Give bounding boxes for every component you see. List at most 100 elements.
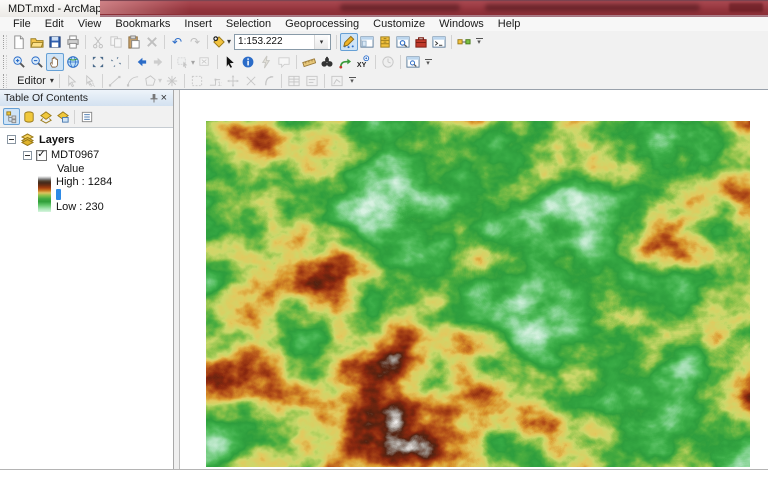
table-of-contents-window-button[interactable] — [358, 33, 376, 51]
elevation-color-ramp[interactable] — [38, 176, 51, 212]
editor-menu-button[interactable]: Editor▾ — [10, 72, 56, 90]
menu-windows[interactable]: Windows — [432, 17, 491, 31]
separator — [184, 74, 185, 88]
separator — [400, 55, 401, 69]
list-by-selection-button[interactable] — [54, 108, 71, 125]
editor-menu-label: Editor — [12, 75, 49, 87]
menu-customize[interactable]: Customize — [366, 17, 432, 31]
print-button[interactable] — [64, 33, 82, 51]
annotation-tool: A — [81, 72, 99, 90]
save-button[interactable] — [46, 33, 64, 51]
toc-toolbar — [0, 106, 173, 127]
separator — [85, 55, 86, 69]
blurred-window-buttons — [729, 3, 763, 12]
map-scale-input[interactable] — [235, 35, 314, 48]
blurred-title-text — [485, 4, 700, 11]
go-to-xy-tool[interactable]: XY — [354, 53, 372, 71]
html-popup-tool — [275, 53, 293, 71]
separator — [74, 110, 75, 124]
fixed-zoom-in-button[interactable] — [89, 53, 107, 71]
layers-group-label[interactable]: Layers — [39, 134, 74, 146]
menu-bookmarks[interactable]: Bookmarks — [108, 17, 177, 31]
main-content: Table Of Contents × Layers ✓ MDT0967 — [0, 89, 768, 469]
layers-group-row[interactable]: Layers — [7, 133, 173, 146]
toolbar-grip[interactable] — [3, 35, 7, 49]
zoom-in-tool[interactable] — [10, 53, 28, 71]
paste-button[interactable] — [125, 33, 143, 51]
arcmap-window: { "window": {"title": "MDT.mxd - ArcMap"… — [0, 0, 768, 478]
find-tool[interactable] — [318, 53, 336, 71]
editor-toolbar: Editor▾ A ▾ 1: ▾ — [0, 72, 768, 89]
find-route-tool[interactable] — [336, 53, 354, 71]
legend-low-label: Low : 230 — [56, 201, 104, 213]
python-window-button[interactable] — [430, 33, 448, 51]
background-word-window-bar[interactable] — [100, 0, 768, 17]
list-by-drawing-order-button[interactable] — [3, 108, 20, 125]
collapse-icon[interactable] — [23, 151, 32, 160]
table-of-contents-panel: Table Of Contents × Layers ✓ MDT0967 — [0, 90, 174, 469]
menu-geoprocessing[interactable]: Geoprocessing — [278, 17, 366, 31]
arctoolbox-button[interactable] — [412, 33, 430, 51]
zoom-out-tool[interactable] — [28, 53, 46, 71]
separator — [171, 55, 172, 69]
add-data-button[interactable]: ▾ — [211, 33, 232, 51]
svg-text:A: A — [90, 82, 95, 88]
toolbar-options-button[interactable]: ▾ — [473, 34, 485, 50]
toc-options-button[interactable] — [78, 108, 95, 125]
trace-tool — [260, 72, 278, 90]
edit-vertices-tool — [188, 72, 206, 90]
toolbar-grip[interactable] — [3, 74, 7, 88]
menu-help[interactable]: Help — [491, 17, 528, 31]
menu-selection[interactable]: Selection — [219, 17, 278, 31]
pin-icon[interactable] — [149, 93, 159, 103]
undo-button[interactable]: ↶ — [168, 33, 186, 51]
window-bottom-edge — [0, 469, 768, 477]
scale-dropdown-button[interactable]: ▾ — [314, 35, 328, 49]
new-document-button[interactable] — [10, 33, 28, 51]
add-data-dropdown[interactable]: ▾ — [227, 37, 231, 46]
layer-row[interactable]: ✓ MDT0967 — [23, 149, 173, 161]
toolbar-dock: ↶ ↷ ▾ ▾ ▾ ▾ — [0, 31, 768, 89]
select-elements-tool[interactable] — [221, 53, 239, 71]
menu-view[interactable]: View — [71, 17, 109, 31]
list-by-visibility-button[interactable] — [37, 108, 54, 125]
layer-visibility-checkbox[interactable]: ✓ — [36, 150, 47, 161]
fixed-zoom-out-button[interactable] — [107, 53, 125, 71]
viewer-window-button[interactable] — [404, 53, 422, 71]
svg-text:1:: 1: — [217, 81, 222, 88]
hyperlink-tool — [257, 53, 275, 71]
identify-tool[interactable] — [239, 53, 257, 71]
editor-toolbar-toggle[interactable] — [340, 33, 358, 51]
sketch-properties-button — [303, 72, 321, 90]
pan-tool[interactable] — [46, 53, 64, 71]
layer-name-label[interactable]: MDT0967 — [51, 149, 99, 161]
standard-toolbar: ↶ ↷ ▾ ▾ ▾ — [0, 31, 768, 52]
toolbar-options-button[interactable]: ▾ — [346, 73, 358, 89]
endpoint-arc-tool — [124, 72, 142, 90]
select-features-tool: ▾ — [175, 53, 196, 71]
titlebar-highlight — [100, 1, 190, 14]
menu-edit[interactable]: Edit — [38, 17, 71, 31]
separator — [324, 74, 325, 88]
catalog-window-button[interactable] — [376, 33, 394, 51]
legend-field-label: Value — [57, 163, 173, 175]
measure-tool[interactable] — [300, 53, 318, 71]
separator — [102, 74, 103, 88]
menu-insert[interactable]: Insert — [177, 17, 219, 31]
search-window-button[interactable] — [394, 33, 412, 51]
close-icon[interactable]: × — [159, 93, 169, 104]
full-extent-button[interactable] — [64, 53, 82, 71]
blurred-title-text — [340, 4, 460, 11]
back-extent-button[interactable] — [132, 53, 150, 71]
open-button[interactable] — [28, 33, 46, 51]
modelbuilder-button[interactable] — [455, 33, 473, 51]
time-slider-button — [379, 53, 397, 71]
collapse-icon[interactable] — [7, 135, 16, 144]
map-canvas[interactable] — [180, 90, 768, 469]
split-tool — [224, 72, 242, 90]
list-by-source-button[interactable] — [20, 108, 37, 125]
toolbar-grip[interactable] — [3, 55, 7, 69]
toolbar-options-button[interactable]: ▾ — [422, 54, 434, 70]
menu-file[interactable]: File — [6, 17, 38, 31]
layer-legend: High : 1284 Low : 230 — [38, 176, 173, 213]
